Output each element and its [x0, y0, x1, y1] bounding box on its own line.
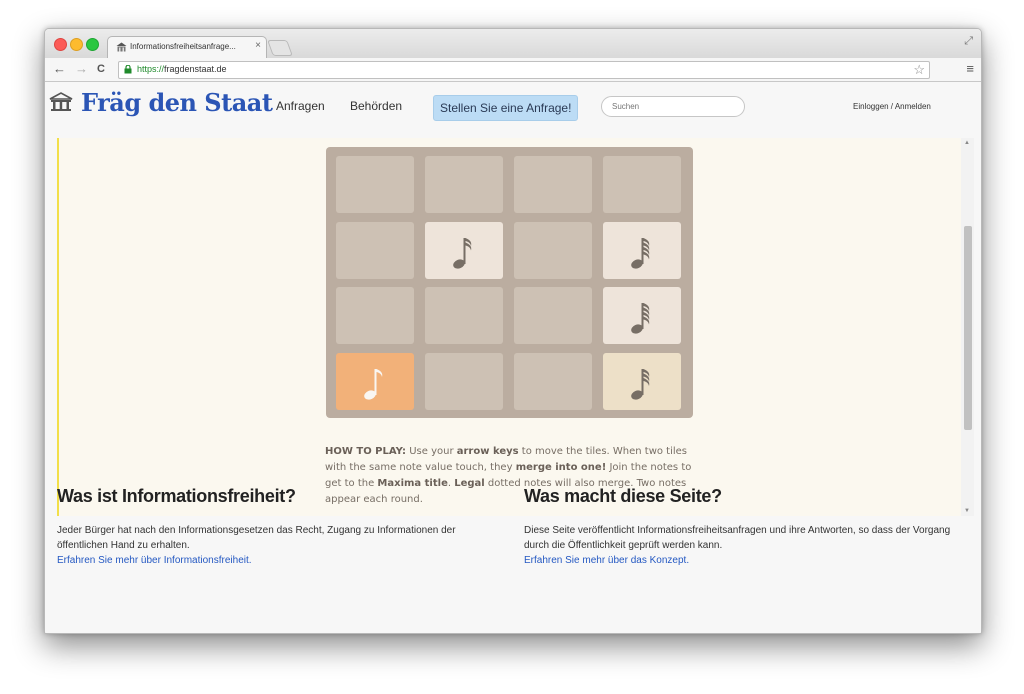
- game-board[interactable]: [326, 147, 693, 418]
- info-section-freedom: Was ist Informationsfreiheit? Jeder Bürg…: [57, 486, 497, 568]
- tile-empty: [514, 287, 592, 344]
- tile-thirtysecond-note: [603, 352, 681, 410]
- tile-sixtyfourth-note: [603, 287, 681, 344]
- tile-empty: [336, 156, 414, 213]
- music-note-icon: [631, 303, 650, 334]
- nav-anfragen[interactable]: Anfragen: [276, 99, 325, 113]
- page-viewport: Fräg den Staat Anfragen Behörden Stellen…: [45, 82, 981, 633]
- section-body: Diese Seite veröffentlicht Informationsf…: [524, 525, 951, 566]
- tile-empty: [514, 221, 592, 279]
- tile-empty: [336, 287, 414, 344]
- nav-behoerden[interactable]: Behörden: [350, 99, 402, 113]
- tab-strip: Informationsfreiheitsanfrage... × ⤢: [45, 29, 981, 59]
- scroll-up-icon[interactable]: ▲: [964, 140, 970, 146]
- tab-title: Informationsfreiheitsanfrage...: [130, 42, 236, 51]
- tile-eighth-note: [336, 352, 414, 410]
- music-note-icon: [364, 368, 383, 400]
- fullscreen-icon[interactable]: ⤢: [964, 35, 973, 48]
- new-request-button[interactable]: Stellen Sie eine Anfrage!: [433, 95, 579, 121]
- music-note-icon: [453, 237, 472, 269]
- tile-empty: [425, 352, 503, 410]
- tile-empty: [425, 287, 503, 344]
- learn-more-link[interactable]: Erfahren Sie mehr über Informationsfreih…: [57, 555, 252, 566]
- site-logo[interactable]: Fräg den Staat: [81, 88, 273, 117]
- tile-sixtyfourth-note: [603, 221, 681, 279]
- section-title: Was macht diese Seite?: [524, 486, 722, 506]
- tile-empty: [603, 156, 681, 213]
- window-close-button[interactable]: [54, 38, 67, 51]
- window-maximize-button[interactable]: [86, 38, 99, 51]
- browser-window: Informationsfreiheitsanfrage... × ⤢ ← → …: [44, 28, 982, 634]
- star-icon[interactable]: ☆: [913, 62, 925, 78]
- tile-empty: [336, 221, 414, 279]
- url-text: https://fragdenstaat.de: [137, 64, 227, 74]
- tile-sixteenth-note: [425, 221, 503, 279]
- game-panel: HOW TO PLAY: Use your arrow keys to move…: [57, 138, 973, 516]
- info-section-site: Was macht diese Seite? Diese Seite veröf…: [524, 486, 964, 568]
- address-bar[interactable]: https://fragdenstaat.de ☆: [118, 61, 930, 79]
- browser-tab[interactable]: Informationsfreiheitsanfrage... ×: [107, 36, 267, 59]
- new-tab-button[interactable]: [267, 40, 293, 56]
- forward-icon[interactable]: →: [75, 61, 88, 77]
- search-input[interactable]: [601, 96, 745, 117]
- reload-icon[interactable]: C: [97, 61, 105, 77]
- login-link[interactable]: Einloggen / Anmelden: [853, 102, 931, 111]
- menu-icon[interactable]: ≡: [966, 62, 974, 75]
- tile-empty: [514, 156, 592, 213]
- scroll-down-icon[interactable]: ▼: [964, 508, 970, 514]
- building-icon: [116, 42, 127, 52]
- building-icon: [49, 92, 73, 111]
- page-scrollbar[interactable]: ▲ ▼: [961, 138, 974, 516]
- section-body: Jeder Bürger hat nach den Informationsge…: [57, 525, 456, 566]
- scrollbar-thumb[interactable]: [964, 226, 972, 430]
- close-icon[interactable]: ×: [255, 40, 261, 51]
- site-header: Fräg den Staat Anfragen Behörden Stellen…: [45, 82, 981, 121]
- back-icon[interactable]: ←: [53, 61, 66, 77]
- tile-empty: [514, 352, 592, 410]
- tile-empty: [425, 156, 503, 213]
- music-note-icon: [631, 368, 650, 400]
- browser-toolbar: ← → C https://fragdenstaat.de ☆ ≡: [45, 58, 981, 82]
- learn-more-link[interactable]: Erfahren Sie mehr über das Konzept.: [524, 555, 689, 566]
- window-minimize-button[interactable]: [70, 38, 83, 51]
- lock-icon: [124, 65, 132, 74]
- music-note-icon: [631, 237, 650, 269]
- section-title: Was ist Informationsfreiheit?: [57, 486, 296, 506]
